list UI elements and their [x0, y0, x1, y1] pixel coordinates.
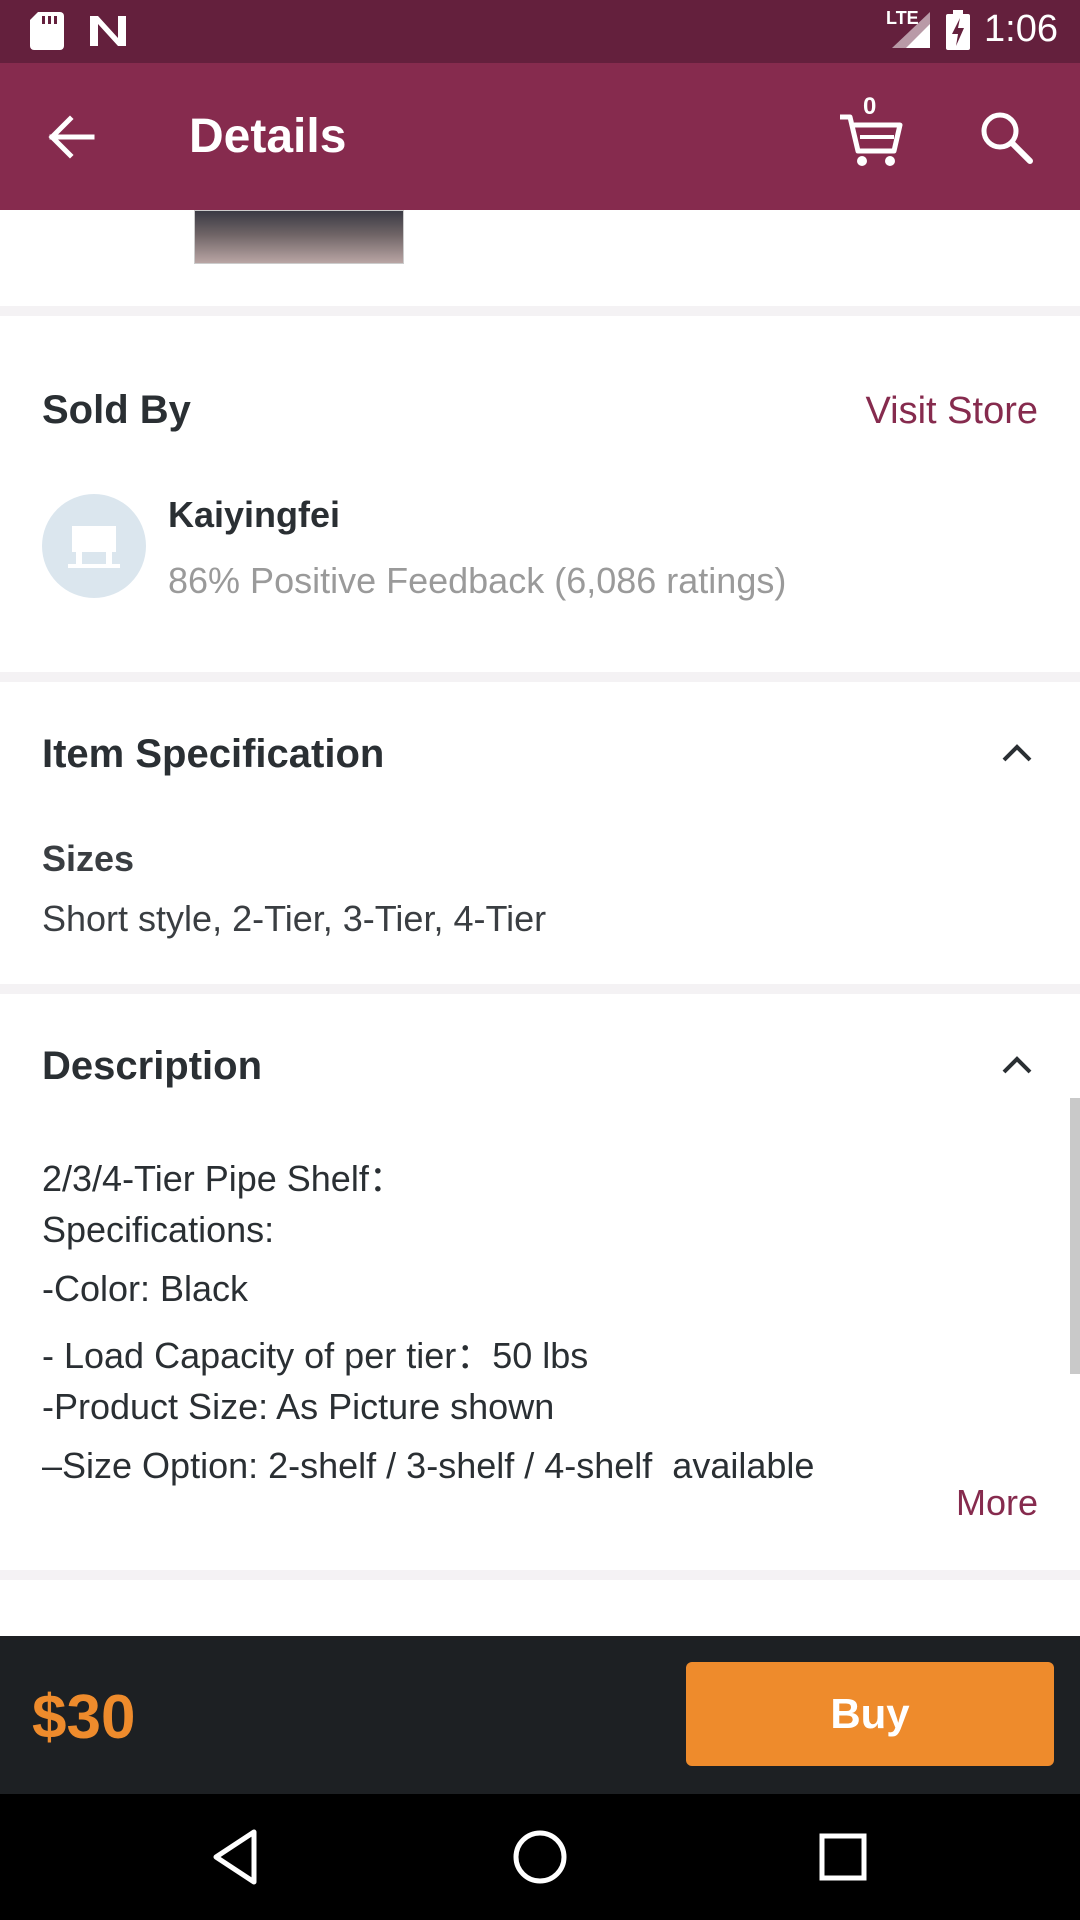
store-avatar[interactable] [42, 494, 146, 598]
cart-count-badge: 0 [863, 93, 877, 120]
description-line: 2/3/4-Tier Pipe Shelf： [42, 1158, 405, 1199]
nav-back-icon[interactable] [202, 1822, 272, 1892]
status-time: 1:06 [984, 8, 1058, 50]
section-divider [0, 306, 1080, 316]
purchase-bar: $30 Buy [0, 1636, 1080, 1794]
description-more-link[interactable]: More [956, 1482, 1038, 1524]
scrollbar[interactable] [1070, 1098, 1080, 1374]
chevron-up-icon[interactable] [1000, 736, 1034, 770]
buy-button[interactable]: Buy [686, 1662, 1054, 1766]
description-title[interactable]: Description [42, 1044, 262, 1089]
section-divider [0, 1570, 1080, 1580]
nav-home-icon[interactable] [505, 1822, 575, 1892]
nav-recents-icon[interactable] [808, 1822, 878, 1892]
store-icon [68, 526, 120, 568]
description-line: - Load Capacity of per tier：50 lbs [42, 1335, 589, 1376]
description-line: -Product Size: As Picture shown [42, 1386, 555, 1427]
back-button[interactable] [42, 107, 102, 167]
spec-sizes-label: Sizes [42, 838, 135, 879]
details-content[interactable]: Sold By Visit Store Kaiyingfei 86% Posit… [0, 210, 1080, 1636]
cart-button[interactable]: 0 [836, 93, 906, 169]
description-line: Specifications: [42, 1209, 275, 1250]
search-button[interactable] [976, 107, 1036, 167]
product-image-strip [0, 210, 1080, 306]
visit-store-link[interactable]: Visit Store [866, 390, 1038, 433]
notification-n-icon [90, 16, 126, 46]
price: $30 [32, 1683, 136, 1752]
battery-charging-icon [946, 9, 971, 50]
description-line: -Color: Black [42, 1268, 249, 1309]
product-thumbnail[interactable] [194, 210, 404, 264]
lte-signal-icon: LTE [886, 8, 932, 50]
store-name[interactable]: Kaiyingfei [168, 494, 340, 536]
section-divider [0, 984, 1080, 994]
section-divider [0, 672, 1080, 682]
system-nav-bar [0, 1794, 1080, 1920]
status-bar: LTE 1:06 [0, 0, 1080, 63]
sd-card-icon [30, 12, 64, 50]
page-title: Details [189, 110, 347, 163]
arrow-back-icon [48, 115, 95, 159]
spec-sizes-value: Short style, 2-Tier, 3-Tier, 4-Tier [42, 898, 547, 939]
sold-by-title: Sold By [42, 388, 191, 432]
chevron-up-icon[interactable] [1000, 1048, 1034, 1082]
app-bar: Details 0 [0, 63, 1080, 210]
description-line: –Size Option: 2-shelf / 3-shelf / 4-shel… [42, 1445, 815, 1486]
item-spec-title[interactable]: Item Specification [42, 732, 384, 777]
search-icon [981, 112, 1033, 164]
store-feedback: 86% Positive Feedback (6,086 ratings) [168, 560, 787, 601]
